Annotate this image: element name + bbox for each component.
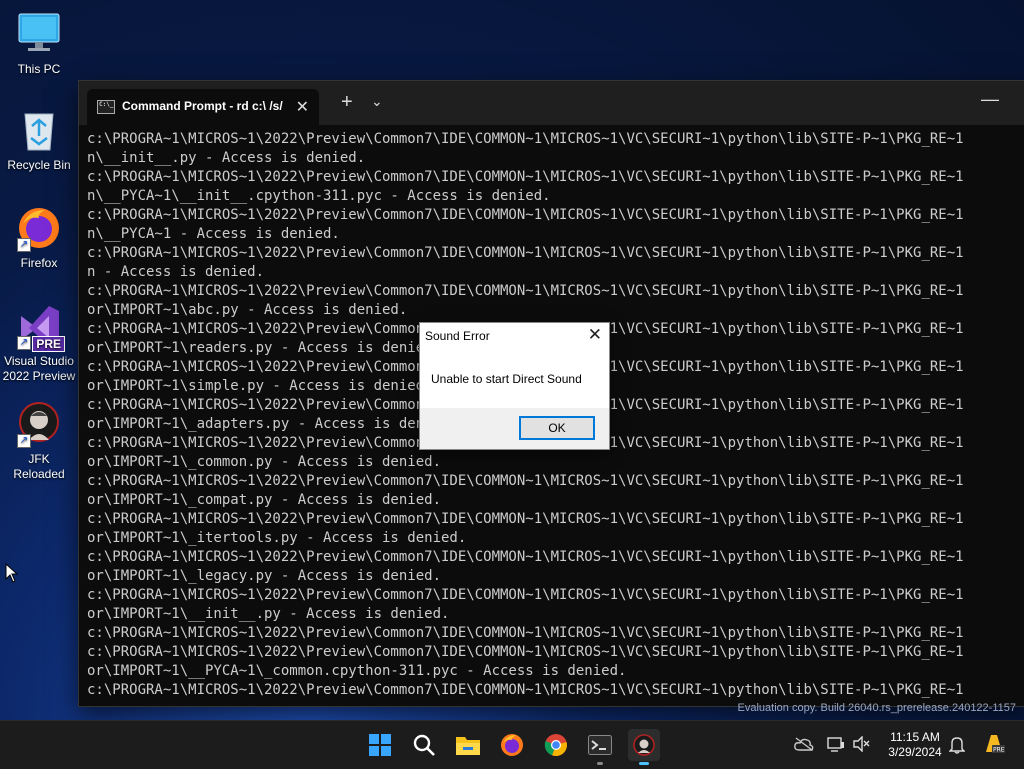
tab-command-prompt[interactable]: Command Prompt - rd c:\ /s/ ✕ — [87, 89, 319, 125]
console-line: c:\PROGRA~1\MICROS~1\2022\Preview\Common… — [87, 549, 964, 565]
desktop-icon-jfk-reloaded[interactable]: ↗ JFK Reloaded — [1, 400, 77, 482]
dialog-body: Unable to start Direct Sound — [420, 349, 609, 408]
shortcut-arrow-icon: ↗ — [17, 238, 31, 252]
console-line: or\IMPORT~1\_itertools.py - Access is de… — [87, 530, 467, 546]
console-line: c:\PROGRA~1\MICROS~1\2022\Preview\Common… — [87, 625, 964, 641]
chrome-icon[interactable] — [540, 729, 572, 761]
minimize-button[interactable]: — — [981, 89, 999, 110]
new-tab-button[interactable]: + — [341, 91, 353, 114]
recycle-bin-icon — [15, 106, 63, 154]
sound-error-dialog[interactable]: Sound Error ✕ Unable to start Direct Sou… — [419, 322, 610, 450]
console-line: or\IMPORT~1\__init__.py - Access is deni… — [87, 606, 450, 622]
console-line: c:\PROGRA~1\MICROS~1\2022\Preview\Common… — [87, 207, 964, 223]
active-indicator — [639, 762, 649, 765]
this-pc-icon — [15, 10, 63, 58]
desktop-icon-label: Recycle Bin — [7, 158, 71, 172]
mouse-cursor-icon — [5, 562, 19, 588]
console-line: n\__init__.py - Access is denied. — [87, 150, 366, 166]
desktop-icon-label: JFK Reloaded — [13, 452, 65, 481]
ok-button[interactable]: OK — [519, 416, 595, 440]
console-line: c:\PROGRA~1\MICROS~1\2022\Preview\Common… — [87, 644, 964, 660]
desktop-icon-visual-studio[interactable]: PRE ↗ Visual Studio 2022 Preview — [1, 302, 77, 384]
taskbar: 11:15 AM 3/29/2024 PRE — [0, 720, 1024, 769]
desktop-icon-recycle-bin[interactable]: Recycle Bin — [1, 106, 77, 173]
jfk-reloaded-icon[interactable] — [628, 729, 660, 765]
clock-date: 3/29/2024 — [888, 745, 942, 759]
console-line: n - Access is denied. — [87, 264, 265, 280]
console-line: or\IMPORT~1\__PYCA~1\_common.cpython-311… — [87, 663, 627, 679]
file-explorer-icon[interactable] — [452, 729, 484, 761]
system-tray: 11:15 AM 3/29/2024 PRE — [790, 721, 1024, 769]
dialog-title: Sound Error — [425, 329, 490, 343]
search-icon[interactable] — [408, 729, 440, 761]
clock-time: 11:15 AM — [890, 730, 940, 744]
onedrive-icon[interactable] — [794, 737, 814, 756]
system-clock[interactable]: 11:15 AM 3/29/2024 — [880, 730, 950, 760]
running-indicator — [597, 762, 603, 765]
terminal-icon[interactable] — [584, 729, 616, 765]
svg-text:PRE: PRE — [993, 747, 1005, 754]
cmd-icon — [97, 100, 115, 114]
console-line: c:\PROGRA~1\MICROS~1\2022\Preview\Common… — [87, 473, 964, 489]
dialog-message: Unable to start Direct Sound — [431, 372, 582, 386]
console-line: c:\PROGRA~1\MICROS~1\2022\Preview\Common… — [87, 511, 964, 527]
terminal-titlebar[interactable]: Command Prompt - rd c:\ /s/ ✕ + ⌄ — — [79, 81, 1024, 125]
close-icon[interactable]: ✕ — [588, 325, 602, 345]
desktop-icon-label: Firefox — [20, 256, 58, 270]
console-line: or\IMPORT~1\abc.py - Access is denied. — [87, 302, 408, 318]
desktop-icon-firefox[interactable]: ↗ Firefox — [1, 204, 77, 271]
windows-start-icon[interactable] — [364, 729, 396, 761]
console-line: c:\PROGRA~1\MICROS~1\2022\Preview\Common… — [87, 131, 964, 147]
firefox-icon[interactable] — [496, 729, 528, 761]
console-line: n\__PYCA~1 - Access is denied. — [87, 226, 340, 242]
firefox-icon: ↗ — [15, 204, 63, 252]
copilot-preview-icon[interactable]: PRE — [982, 732, 1006, 761]
speaker-muted-icon[interactable] — [852, 735, 870, 757]
tab-title: Command Prompt - rd c:\ /s/ — [122, 99, 283, 113]
dialog-titlebar[interactable]: Sound Error ✕ — [420, 323, 609, 349]
console-line: c:\PROGRA~1\MICROS~1\2022\Preview\Common… — [87, 283, 964, 299]
chevron-down-icon[interactable]: ⌄ — [371, 93, 383, 110]
console-line: c:\PROGRA~1\MICROS~1\2022\Preview\Common… — [87, 682, 964, 698]
jfk-reloaded-icon: ↗ — [15, 400, 63, 448]
notification-bell-icon[interactable] — [948, 736, 966, 759]
visual-studio-icon: PRE ↗ — [15, 302, 65, 352]
shortcut-arrow-icon: ↗ — [17, 434, 31, 448]
desktop-icon-label: Visual Studio 2022 Preview — [2, 354, 76, 383]
desktop-icon-this-pc[interactable]: This PC — [1, 10, 77, 77]
console-line: c:\PROGRA~1\MICROS~1\2022\Preview\Common… — [87, 587, 964, 603]
console-line: c:\PROGRA~1\MICROS~1\2022\Preview\Common… — [87, 245, 964, 261]
console-line: or\IMPORT~1\_common.py - Access is denie… — [87, 454, 442, 470]
console-line: or\IMPORT~1\_legacy.py - Access is denie… — [87, 568, 442, 584]
evaluation-watermark: Evaluation copy. Build 26040.rs_prerelea… — [737, 702, 1016, 714]
network-icon[interactable] — [827, 736, 845, 757]
console-line: n\__PYCA~1\__init__.cpython-311.pyc - Ac… — [87, 188, 551, 204]
preview-badge: PRE — [32, 336, 65, 352]
console-line: c:\PROGRA~1\MICROS~1\2022\Preview\Common… — [87, 169, 964, 185]
shortcut-arrow-icon: ↗ — [17, 336, 31, 350]
console-line: or\IMPORT~1\_compat.py - Access is denie… — [87, 492, 442, 508]
desktop-icon-label: This PC — [17, 62, 61, 76]
tab-close-icon[interactable]: ✕ — [296, 97, 309, 117]
